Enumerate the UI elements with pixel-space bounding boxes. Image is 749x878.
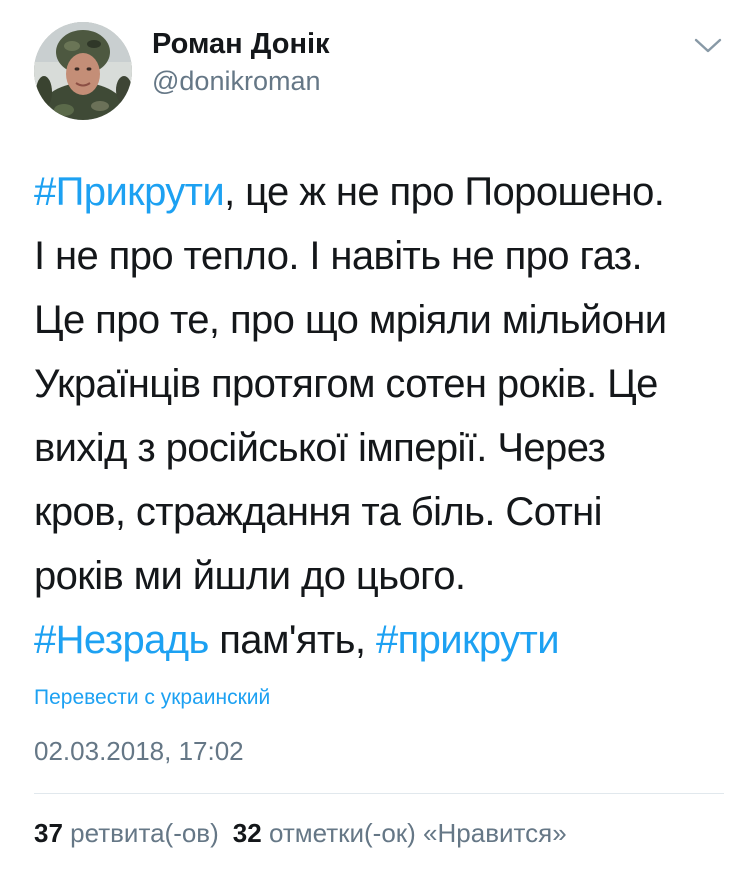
likes-label: отметки(-ок) «Нравится» <box>268 818 567 848</box>
tweet-line: років ми йшли до цього. <box>34 554 466 598</box>
tweet-line-text: , це ж не про Порошено. <box>224 170 665 214</box>
likes-count: 32 <box>232 818 262 848</box>
retweets-label: ретвита(-ов) <box>70 818 219 848</box>
tweet-line: вихід з російської імперії. Через <box>34 426 606 470</box>
hashtag-link[interactable]: #прикрути <box>376 618 560 662</box>
tweet-stats: 37 ретвита(-ов) 32 отметки(-ок) «Нравится… <box>34 818 567 849</box>
retweets-stat[interactable]: 37 ретвита(-ов) <box>34 818 219 848</box>
tweet-timestamp[interactable]: 02.03.2018, 17:02 <box>34 736 244 767</box>
tweet-line: Це про те, про що мріяли мільйони <box>34 298 667 342</box>
tweet-card: Роман Донік @donikroman #Прикрути, це ж … <box>0 0 749 878</box>
author-handle[interactable]: @donikroman <box>152 66 321 97</box>
retweets-count: 37 <box>34 818 63 848</box>
hashtag-link[interactable]: #Прикрути <box>34 170 225 214</box>
tweet-line: І не про тепло. І навіть не про газ. <box>34 234 643 278</box>
likes-stat[interactable]: 32 отметки(-ок) «Нравится» <box>233 818 567 848</box>
tweet-line-text: пам'ять, <box>208 618 376 662</box>
translate-link[interactable]: Перевести с украинский <box>34 686 270 710</box>
avatar-image <box>34 22 132 120</box>
tweet-line: Українців протягом сотен років. Це <box>34 362 658 406</box>
tweet-line: #Незрадь пам'ять, #прикрути <box>34 608 724 672</box>
hashtag-link[interactable]: #Незрадь <box>34 618 209 662</box>
tweet-text: #Прикрути, це ж не про Порошено. І не пр… <box>34 160 724 672</box>
tweet-line: #Прикрути, це ж не про Порошено. <box>34 160 724 224</box>
chevron-down-icon[interactable] <box>693 36 723 56</box>
tweet-line: кров, страждання та біль. Сотні <box>34 490 603 534</box>
avatar[interactable] <box>34 22 132 120</box>
divider <box>34 793 724 794</box>
author-name[interactable]: Роман Донік <box>152 28 330 61</box>
